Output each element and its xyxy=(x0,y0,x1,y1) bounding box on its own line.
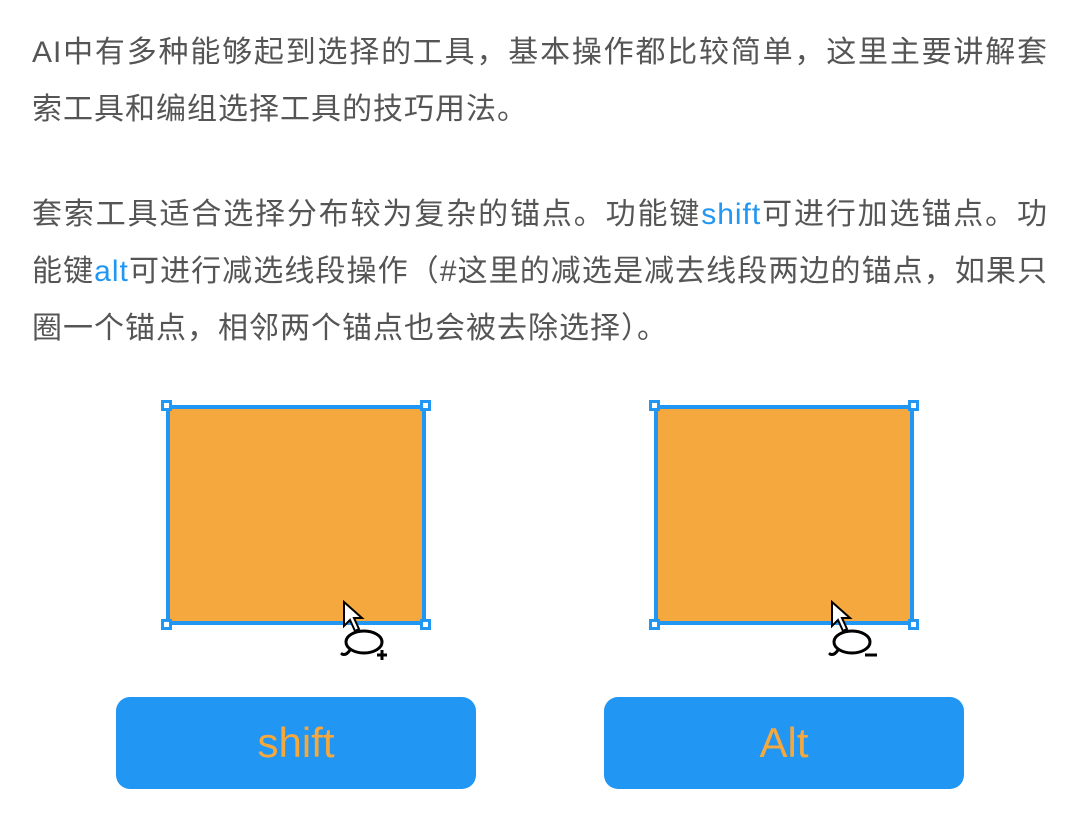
selection-box-right xyxy=(654,405,914,625)
alt-keyword: alt xyxy=(94,255,129,288)
handle-bottom-right xyxy=(908,619,919,630)
p2-text-1: 套索工具适合选择分布较为复杂的锚点。功能键 xyxy=(32,198,701,231)
intro-paragraph-2: 套索工具适合选择分布较为复杂的锚点。功能键shift可进行加选锚点。功能键alt… xyxy=(32,186,1048,357)
lasso-add-cursor-icon xyxy=(336,600,396,665)
illustration-row: shift Alt xyxy=(32,405,1048,789)
selection-box-left xyxy=(166,405,426,625)
handle-top-right xyxy=(420,400,431,411)
illustration-shift: shift xyxy=(116,405,476,789)
handle-bottom-left xyxy=(649,619,660,630)
alt-key-label: Alt xyxy=(759,719,808,767)
shift-key-button: shift xyxy=(116,697,476,789)
handle-bottom-left xyxy=(161,619,172,630)
p2-text-3: 可进行减选线段操作（#这里的减选是减去线段两边的锚点，如果只圈一个锚点，相邻两个… xyxy=(32,255,1048,345)
handle-top-left xyxy=(161,400,172,411)
selected-shape-border xyxy=(654,405,914,625)
alt-key-button: Alt xyxy=(604,697,964,789)
intro-paragraph-1: AI中有多种能够起到选择的工具，基本操作都比较简单，这里主要讲解套索工具和编组选… xyxy=(32,24,1048,138)
handle-top-left xyxy=(649,400,660,411)
selected-shape-border xyxy=(166,405,426,625)
handle-bottom-right xyxy=(420,619,431,630)
lasso-subtract-cursor-icon xyxy=(824,600,884,665)
shift-key-label: shift xyxy=(257,719,334,767)
handle-top-right xyxy=(908,400,919,411)
shift-keyword: shift xyxy=(701,198,761,231)
illustration-alt: Alt xyxy=(604,405,964,789)
